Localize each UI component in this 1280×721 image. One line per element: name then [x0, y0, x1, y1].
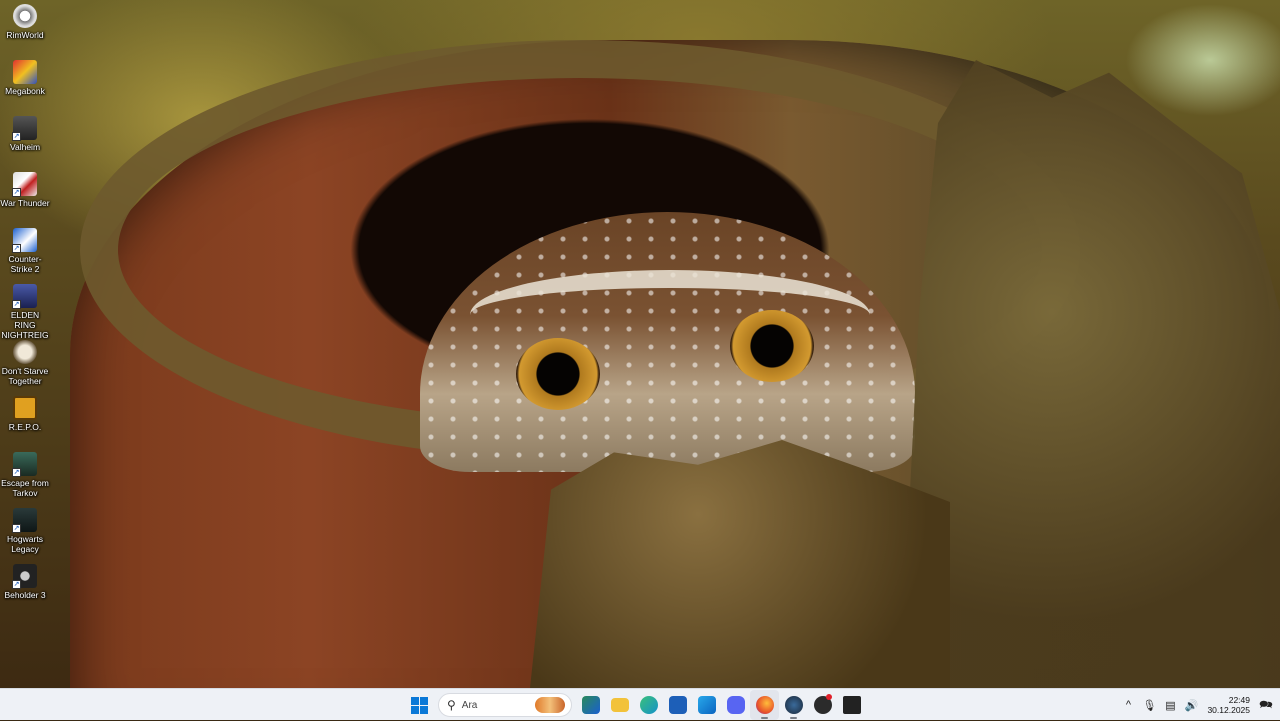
megabonk-icon — [13, 60, 37, 84]
search-placeholder: Ara — [461, 699, 478, 711]
taskbar-app-discord[interactable] — [721, 690, 750, 720]
counter-strike-icon: ↗ — [12, 228, 37, 253]
shortcut-arrow-icon: ↗ — [12, 132, 21, 141]
hogwarts-icon: ↗ — [12, 508, 37, 533]
beholder-icon: ↗ — [12, 564, 37, 589]
taskbar-app-obs[interactable] — [808, 690, 837, 720]
taskbar-app-steam[interactable] — [779, 690, 808, 720]
taskbar-app-widgets[interactable] — [576, 690, 605, 720]
desktop-icon-megabonk[interactable]: Megabonk — [0, 56, 50, 96]
dont-starve-icon — [13, 340, 37, 364]
taskbar: ⚲ Ara ^ 🎙 ▤ 🔊 22:49 30.12.2025 🗪 — [0, 688, 1280, 720]
notification-badge — [826, 694, 832, 700]
epic-games-icon — [842, 696, 861, 714]
shortcut-arrow-icon: ↗ — [12, 524, 21, 533]
desktop-icon-counter-strike[interactable]: ↗ Counter-Strike 2 — [0, 224, 50, 274]
desktop-icon-valheim[interactable]: ↗ Valheim — [0, 112, 50, 152]
active-indicator — [790, 717, 797, 719]
desktop-icon-label: R.E.P.O. — [8, 422, 42, 432]
shortcut-arrow-icon: ↗ — [12, 244, 21, 253]
copilot-icon — [581, 696, 600, 714]
war-thunder-icon: ↗ — [12, 172, 37, 197]
store-icon — [668, 696, 687, 714]
wallpaper-bark-right — [900, 60, 1280, 688]
firefox-icon — [755, 696, 774, 714]
taskbar-search[interactable]: ⚲ Ara — [438, 693, 572, 717]
active-indicator — [761, 717, 768, 719]
desktop-icon-hogwarts[interactable]: ↗ Hogwarts Legacy — [0, 504, 50, 554]
tray-overflow-chevron-up-icon[interactable]: ^ — [1118, 690, 1139, 720]
repo-icon — [13, 396, 37, 420]
taskbar-app-firefox[interactable] — [750, 690, 779, 720]
taskbar-clock[interactable]: 22:49 30.12.2025 — [1202, 695, 1250, 715]
taskbar-app-edge[interactable] — [634, 690, 663, 720]
steam-icon — [784, 696, 803, 714]
shortcut-arrow-icon: ↗ — [12, 468, 21, 477]
desktop-icon-label: Hogwarts Legacy — [7, 534, 43, 554]
rimworld-icon — [13, 4, 37, 28]
desktop-icon-beholder[interactable]: ↗ Beholder 3 — [0, 560, 50, 600]
desktop-icon-label: Beholder 3 — [4, 590, 46, 600]
shortcut-arrow-icon: ↗ — [12, 580, 21, 589]
system-tray: ^ 🎙 ▤ 🔊 22:49 30.12.2025 🗪 — [1118, 689, 1280, 721]
shortcut-arrow-icon: ↗ — [12, 300, 21, 309]
clock-date: 30.12.2025 — [1207, 705, 1250, 715]
elden-ring-icon: ↗ — [12, 284, 37, 309]
taskbar-app-epic-games[interactable] — [837, 690, 866, 720]
valheim-icon: ↗ — [12, 116, 37, 141]
desktop-icon-label: Escape from Tarkov — [1, 478, 49, 498]
windows-start-icon — [411, 696, 428, 714]
volume-icon[interactable]: 🔊 — [1181, 690, 1202, 720]
desktop-icon-label: Valheim — [9, 142, 41, 152]
folder-icon — [610, 698, 629, 712]
edge-icon — [639, 696, 658, 714]
notification-center-icon[interactable]: 🗪 — [1256, 696, 1276, 715]
taskbar-app-outlook[interactable] — [692, 690, 721, 720]
shortcut-arrow-icon: ↗ — [12, 188, 21, 197]
desktop-icon-war-thunder[interactable]: ↗ War Thunder — [0, 168, 50, 208]
network-icon[interactable]: ▤ — [1160, 690, 1181, 720]
desktop-wallpaper — [0, 0, 1280, 688]
desktop-icon-label: Megabonk — [5, 86, 45, 96]
search-icon: ⚲ — [447, 698, 456, 712]
desktop-icon-rimworld[interactable]: RimWorld — [0, 0, 50, 40]
desktop-icon-tarkov[interactable]: ↗ Escape from Tarkov — [0, 448, 50, 498]
desktop-icon-label: RimWorld — [6, 30, 44, 40]
taskbar-center: ⚲ Ara — [405, 689, 866, 721]
tarkov-icon: ↗ — [12, 452, 37, 477]
taskbar-app-store[interactable] — [663, 690, 692, 720]
microphone-icon[interactable]: 🎙 — [1139, 690, 1160, 720]
outlook-icon — [697, 696, 716, 714]
desktop-icon-label: War Thunder — [0, 198, 50, 208]
desktop-icon-label: Counter-Strike 2 — [8, 254, 42, 274]
wallpaper-owl-left-eye — [516, 338, 600, 410]
taskbar-app-file-explorer[interactable] — [605, 690, 634, 720]
clock-time: 22:49 — [1228, 695, 1250, 705]
start-button[interactable] — [405, 690, 434, 720]
desktop-icon-repo[interactable]: R.E.P.O. — [0, 392, 50, 432]
desktop-icon-label: Don't Starve Together — [1, 366, 49, 386]
discord-icon — [726, 696, 745, 714]
desktop-icon-dont-starve[interactable]: Don't Starve Together — [0, 336, 50, 386]
search-highlight-icon — [535, 697, 565, 713]
wallpaper-owl-right-eye — [730, 310, 814, 382]
